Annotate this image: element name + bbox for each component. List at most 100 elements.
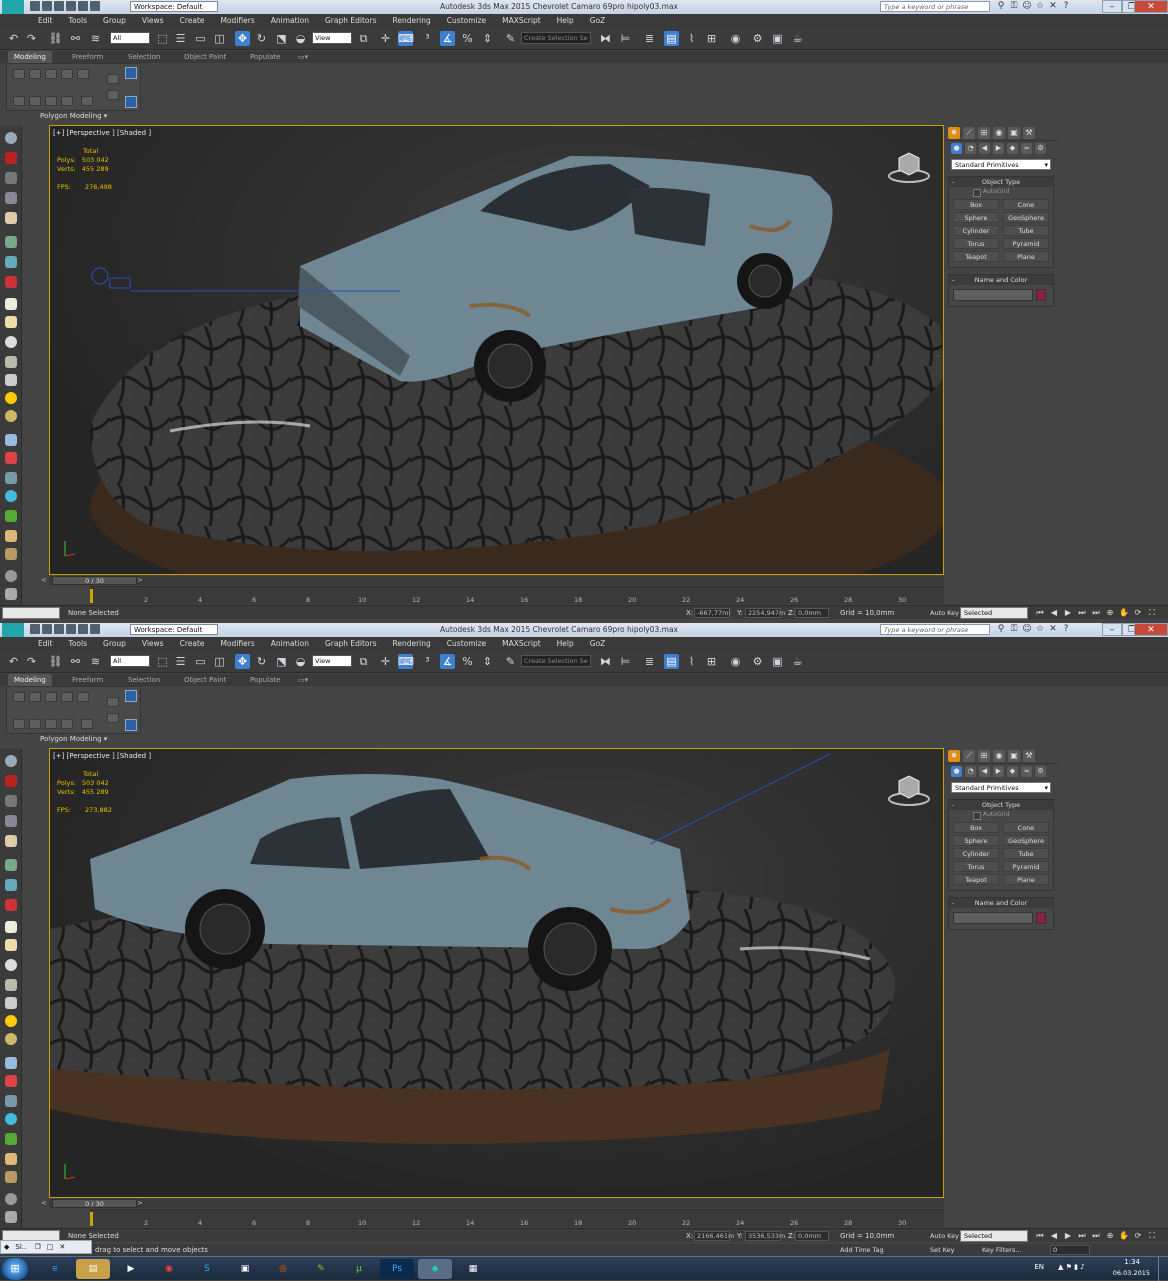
bones-icon[interactable] [5, 1095, 17, 1107]
tab-populate[interactable]: Populate [250, 51, 280, 63]
torus-icon[interactable] [5, 959, 17, 971]
time-slider-thumb[interactable]: 0 / 30 [52, 1199, 137, 1208]
rect-selection-icon[interactable]: ▭ [193, 31, 208, 46]
globe-icon[interactable] [5, 490, 17, 502]
menu-modifiers[interactable]: Modifiers [213, 637, 263, 651]
menu-customize[interactable]: Customize [439, 637, 494, 651]
magnet-icon[interactable] [5, 1075, 17, 1087]
cameras-icon[interactable]: ▶ [993, 766, 1004, 777]
close-button[interactable]: ✕ [1134, 0, 1168, 13]
sphere-button[interactable]: Sphere [953, 835, 999, 846]
undo-icon[interactable] [66, 624, 76, 634]
auto-key-button[interactable]: Auto Key [930, 606, 959, 620]
sphere-icon[interactable] [5, 939, 17, 951]
select-and-scale-icon[interactable]: ⬔ [274, 31, 289, 46]
pin-stack-icon[interactable] [125, 96, 137, 108]
curve-editor-icon[interactable]: ⌇ [684, 654, 699, 669]
list-icon[interactable] [5, 172, 17, 184]
sun-icon[interactable] [5, 392, 17, 404]
spacewarps-icon[interactable]: ≈ [1021, 143, 1032, 154]
render-production-icon[interactable]: ☕ [790, 654, 805, 669]
key-mode-dropdown[interactable]: Selected [960, 607, 1028, 619]
edge-mode-icon[interactable] [29, 692, 41, 702]
skype-icon[interactable]: S [190, 1259, 224, 1279]
cone-button[interactable]: Cone [1003, 822, 1049, 833]
display-tab-icon[interactable]: ▣ [1008, 127, 1020, 139]
list-icon[interactable] [5, 795, 17, 807]
walk-icon[interactable] [5, 530, 17, 542]
select-and-move-icon[interactable]: ✥ [235, 654, 250, 669]
teapot-button[interactable]: Teapot [953, 874, 999, 885]
pyramid-button[interactable]: Pyramid [1003, 861, 1049, 872]
minimized-maxscript-window[interactable]: ◆ Sl.. ❐ □ ✕ [0, 1240, 92, 1254]
systems-icon[interactable]: ⚙ [1035, 766, 1046, 777]
open-file-icon[interactable] [42, 624, 52, 634]
motion-tab-icon[interactable]: ◉ [993, 127, 1005, 139]
grid-icon[interactable] [5, 1211, 17, 1223]
viewcube-icon[interactable] [887, 771, 931, 807]
particles-icon[interactable] [5, 434, 17, 446]
star-icon[interactable]: ☆ [1035, 1, 1045, 11]
sphere-icon[interactable] [5, 316, 17, 328]
view-icon[interactable] [5, 132, 17, 144]
spinner-snap-icon[interactable]: ⇕ [480, 654, 495, 669]
polygon-modeling-label[interactable]: Polygon Modeling ▾ [40, 112, 107, 120]
create-tab-icon[interactable]: ✸ [948, 127, 960, 139]
time-slider[interactable]: < 0 / 30 > [41, 1199, 944, 1208]
edge-mode-icon[interactable] [29, 69, 41, 79]
undo-icon[interactable]: ↶ [6, 31, 21, 46]
maximize-viewport-icon[interactable]: ⛶ [1146, 1230, 1158, 1242]
light-icon[interactable] [5, 835, 17, 847]
workspace-dropdown[interactable]: Workspace: Default [130, 624, 218, 635]
polygon-mode-icon[interactable] [61, 692, 73, 702]
ribbon-options-icon[interactable]: ▭▾ [298, 51, 308, 63]
named-selection-set-dropdown[interactable]: Create Selection Se [521, 655, 591, 667]
chrome-icon[interactable]: ◉ [152, 1259, 186, 1279]
helper-icon[interactable] [5, 256, 17, 268]
goto-end-icon[interactable]: ⏭ [1090, 1230, 1102, 1242]
select-by-name-icon[interactable]: ☰ [173, 31, 188, 46]
render-production-icon[interactable]: ☕ [790, 31, 805, 46]
torus-button[interactable]: Torus [953, 861, 999, 872]
auto-key-button[interactable]: Auto Key [930, 1229, 959, 1243]
redo-icon[interactable] [78, 624, 88, 634]
select-object-icon[interactable]: ⬚ [155, 654, 170, 669]
media-player-icon[interactable]: ▶ [114, 1259, 148, 1279]
show-desktop-button[interactable] [1158, 1257, 1168, 1281]
sphere-button[interactable]: Sphere [953, 212, 999, 223]
material-ball-icon[interactable] [5, 570, 17, 582]
maxscript-listener-mini[interactable] [2, 607, 60, 619]
repeat-icon[interactable] [107, 74, 119, 84]
cylinder-button[interactable]: Cylinder [953, 848, 999, 859]
primitive-category-dropdown[interactable]: Standard Primitives [951, 159, 1051, 170]
quickslice-icon[interactable] [107, 713, 119, 723]
menu-group[interactable]: Group [95, 14, 134, 28]
lights-icon[interactable]: ◀ [979, 766, 990, 777]
menu-maxscript[interactable]: MAXScript [494, 14, 549, 28]
pin-stack-icon[interactable] [125, 719, 137, 731]
close-button[interactable]: ✕ [1134, 623, 1168, 636]
ribbon-options-icon[interactable]: ▭▾ [298, 674, 308, 686]
window-crossing-icon[interactable]: ◫ [212, 31, 227, 46]
toggle-command-panel-icon[interactable] [125, 67, 137, 79]
tab-selection[interactable]: Selection [128, 674, 160, 686]
walk-icon[interactable] [5, 1153, 17, 1165]
unlink-icon[interactable]: ⚯ [68, 654, 83, 669]
snaps-toggle-icon[interactable]: ³ [420, 654, 435, 669]
z-coord-field[interactable]: 0,0mm [795, 608, 829, 618]
rendered-frame-window-icon[interactable]: ▣ [770, 654, 785, 669]
link-icon[interactable]: ⛓ [48, 31, 63, 46]
percent-snap-icon[interactable]: % [460, 31, 475, 46]
preserve-uvs-icon[interactable] [81, 719, 93, 729]
menu-maxscript[interactable]: MAXScript [494, 637, 549, 651]
menu-help[interactable]: Help [549, 637, 582, 651]
start-button[interactable]: ⊞ [2, 1258, 28, 1280]
tab-modeling[interactable]: Modeling [8, 51, 52, 63]
maximize-icon[interactable]: □ [44, 1243, 57, 1251]
geometry-icon[interactable]: ● [951, 143, 962, 154]
current-frame-field[interactable]: 0 [1050, 1245, 1090, 1255]
search-input[interactable]: Type a keyword or phrase [880, 624, 990, 635]
bind-space-warp-icon[interactable]: ≋ [88, 31, 103, 46]
plane-button[interactable]: Plane [1003, 251, 1049, 262]
schematic-view-icon[interactable]: ⊞ [704, 654, 719, 669]
